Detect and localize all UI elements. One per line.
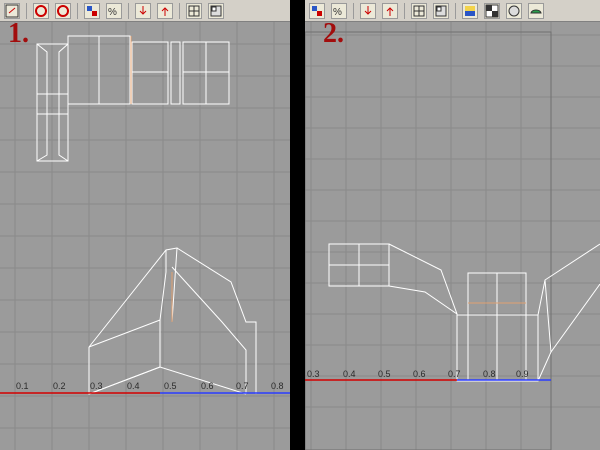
tick-label: 0.7	[448, 369, 461, 379]
uv-shell-edge	[544, 279, 552, 353]
uv-shell[interactable]	[170, 41, 181, 105]
uv-shell-edge	[58, 43, 69, 162]
uv-shell-edge	[388, 285, 458, 315]
grid-icon[interactable]	[411, 2, 427, 19]
grid-lines	[305, 22, 600, 450]
tick-label: 0.8	[483, 369, 496, 379]
tick-label: 0.6	[413, 369, 426, 379]
move-up-icon[interactable]	[382, 2, 398, 19]
uv-shell-edge	[388, 243, 458, 381]
redo-icon[interactable]	[55, 2, 71, 19]
uv-shell-edge	[176, 247, 257, 394]
window-icon[interactable]	[433, 2, 449, 19]
tick-label: 0.3	[90, 381, 103, 391]
tick-label: 0.6	[201, 381, 214, 391]
axis-tick-labels: 0.3 0.4 0.5 0.6 0.7 0.8 0.9	[307, 369, 529, 379]
toolbar-separator	[404, 2, 405, 19]
viewport-toolbar-2: %	[305, 0, 600, 22]
tick-label: 0.4	[343, 369, 356, 379]
percent-snap-icon[interactable]: %	[106, 2, 122, 19]
uv-shell-edge	[171, 266, 247, 394]
axis-tick-labels: 0.1 0.2 0.3 0.4 0.5 0.6 0.7 0.8	[16, 381, 284, 391]
uv-wireframe-1[interactable]: 0.1 0.2 0.3 0.4 0.5 0.6 0.7 0.8	[0, 22, 290, 450]
comparison-frame: % 0.1 0.2 0.3 0.4 0.5 0.6 0.7 0.8 1. % 0…	[0, 0, 600, 450]
tick-label: 0.3	[307, 369, 320, 379]
tick-label: 0.8	[271, 381, 284, 391]
tick-label: 0.4	[127, 381, 140, 391]
toolbar-separator	[26, 2, 27, 19]
uv-viewport-1[interactable]: % 0.1 0.2 0.3 0.4 0.5 0.6 0.7 0.8 1.	[0, 0, 290, 450]
uv-shells[interactable]	[328, 243, 600, 382]
tick-label: 0.7	[236, 381, 249, 391]
uv-wireframe-2[interactable]: 0.3 0.4 0.5 0.6 0.7 0.8 0.9	[305, 22, 600, 450]
svg-text:%: %	[333, 7, 342, 18]
sphere-icon[interactable]	[506, 2, 522, 19]
uv-shell-edge	[36, 43, 48, 162]
transform-icon[interactable]	[309, 2, 325, 19]
uv-border	[305, 31, 552, 450]
percent-snap-icon[interactable]: %	[331, 2, 347, 19]
viewport-toolbar-1: %	[0, 0, 290, 22]
svg-text:%: %	[108, 7, 117, 18]
tick-label: 0.2	[53, 381, 66, 391]
checker-icon[interactable]	[484, 2, 500, 19]
uv-viewport-2[interactable]: % 0.3 0.4 0.5 0.6 0.7 0.8 0.9 2.	[305, 0, 600, 450]
toolbar-separator	[179, 2, 180, 19]
uv-grid-1[interactable]: 0.1 0.2 0.3 0.4 0.5 0.6 0.7 0.8	[0, 22, 290, 450]
undo-icon[interactable]	[33, 2, 49, 19]
tick-label: 0.5	[164, 381, 177, 391]
panel-label-2: 2.	[323, 18, 344, 49]
select-icon[interactable]	[4, 2, 20, 19]
window-icon[interactable]	[208, 2, 224, 19]
teapot-icon[interactable]	[528, 2, 544, 19]
toolbar-separator	[353, 2, 354, 19]
move-down-icon[interactable]	[360, 2, 376, 19]
panel-label-1: 1.	[8, 18, 29, 49]
grid-icon[interactable]	[186, 2, 202, 19]
move-down-icon[interactable]	[135, 2, 151, 19]
tick-label: 0.5	[378, 369, 391, 379]
toolbar-separator	[455, 2, 456, 19]
palette-icon[interactable]	[462, 2, 478, 19]
uv-shell-edge	[537, 283, 600, 382]
move-up-icon[interactable]	[157, 2, 173, 19]
toolbar-separator	[77, 2, 78, 19]
uv-grid-2[interactable]: 0.3 0.4 0.5 0.6 0.7 0.8 0.9	[305, 22, 600, 450]
transform-icon[interactable]	[84, 2, 100, 19]
tick-label: 0.9	[516, 369, 529, 379]
tick-label: 0.1	[16, 381, 29, 391]
toolbar-separator	[128, 2, 129, 19]
